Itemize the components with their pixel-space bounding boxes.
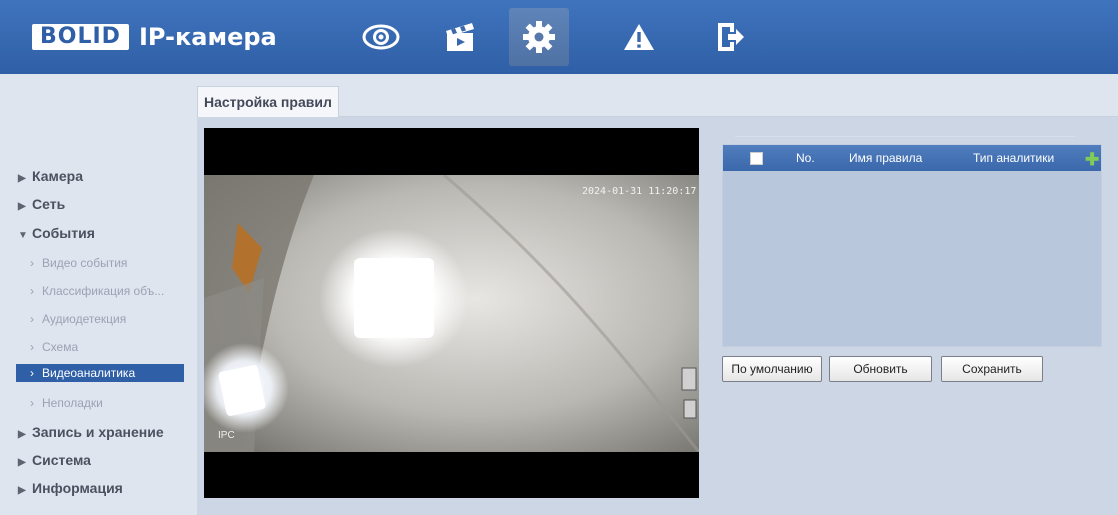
- expand-triangle-icon: ▶: [18, 485, 26, 496]
- chevron-right-icon: ›: [30, 312, 34, 326]
- video-timestamp: 2024-01-31 11:20:17: [582, 186, 697, 197]
- live-view-eye-icon[interactable]: [351, 8, 411, 66]
- sidebar-item-record-storage[interactable]: ▶ Запись и хранение: [18, 422, 164, 442]
- sidebar-subitem-scheme[interactable]: › Схема: [30, 338, 190, 356]
- sidebar-subitem-video-analytics[interactable]: › Видеоаналитика: [16, 364, 184, 382]
- chevron-right-icon: ›: [30, 340, 34, 354]
- chevron-right-icon: ›: [30, 284, 34, 298]
- sidebar-item-information[interactable]: ▶ Информация: [18, 478, 123, 498]
- expand-triangle-icon: ▶: [18, 201, 26, 212]
- rules-table: No. Имя правила Тип аналитики ✚: [722, 144, 1102, 347]
- logout-exit-icon[interactable]: [700, 8, 760, 66]
- sidebar-subitem-video-events[interactable]: › Видео события: [30, 254, 190, 272]
- chevron-right-icon: ›: [30, 396, 34, 410]
- column-header-rule-name: Имя правила: [849, 151, 923, 165]
- logo-mark: BOLID: [32, 24, 129, 50]
- sidebar-subitem-object-classification[interactable]: › Классификация объ...: [30, 282, 190, 300]
- refresh-button[interactable]: Обновить: [829, 356, 932, 382]
- sidebar-item-camera[interactable]: ▶ Камера: [18, 166, 83, 186]
- playback-clapperboard-icon[interactable]: [430, 8, 490, 66]
- logo: BOLID IP-камера: [32, 23, 277, 51]
- select-all-checkbox[interactable]: [750, 152, 763, 165]
- divider: [735, 136, 1075, 137]
- rules-table-header: No. Имя правила Тип аналитики ✚: [723, 145, 1101, 171]
- expand-triangle-icon: ▶: [18, 429, 26, 440]
- settings-gear-icon[interactable]: [509, 8, 569, 66]
- video-preview[interactable]: 2024-01-31 11:20:17 IPC: [204, 128, 699, 498]
- tab-rule-settings[interactable]: Настройка правил: [197, 86, 339, 117]
- expand-triangle-icon: ▶: [18, 173, 26, 184]
- sidebar: ▶ Камера ▶ Сеть ▼ События › Видео события › К…: [0, 74, 197, 515]
- tab-strip: Настройка правил: [197, 86, 1118, 117]
- expand-triangle-icon: ▶: [18, 457, 26, 468]
- sidebar-subitem-faults[interactable]: › Неполадки: [30, 394, 190, 412]
- sidebar-subitem-audio-detection[interactable]: › Аудиодетекция: [30, 310, 190, 328]
- sidebar-item-network[interactable]: ▶ Сеть: [18, 194, 65, 214]
- sidebar-item-system[interactable]: ▶ Система: [18, 450, 91, 470]
- chevron-right-icon: ›: [30, 366, 34, 380]
- add-rule-plus-icon[interactable]: ✚: [1085, 151, 1099, 168]
- save-button[interactable]: Сохранить: [941, 356, 1043, 382]
- column-header-no: No.: [796, 151, 815, 165]
- sidebar-item-events[interactable]: ▼ События: [18, 223, 95, 243]
- column-header-analytics-type: Тип аналитики: [973, 151, 1055, 165]
- default-button[interactable]: По умолчанию: [722, 356, 822, 382]
- collapse-triangle-icon: ▼: [18, 230, 28, 241]
- video-watermark: IPC: [218, 430, 235, 441]
- alarm-warning-icon[interactable]: [609, 8, 669, 66]
- logo-text: IP-камера: [138, 23, 277, 51]
- top-bar: BOLID IP-камера: [0, 0, 1118, 74]
- chevron-right-icon: ›: [30, 256, 34, 270]
